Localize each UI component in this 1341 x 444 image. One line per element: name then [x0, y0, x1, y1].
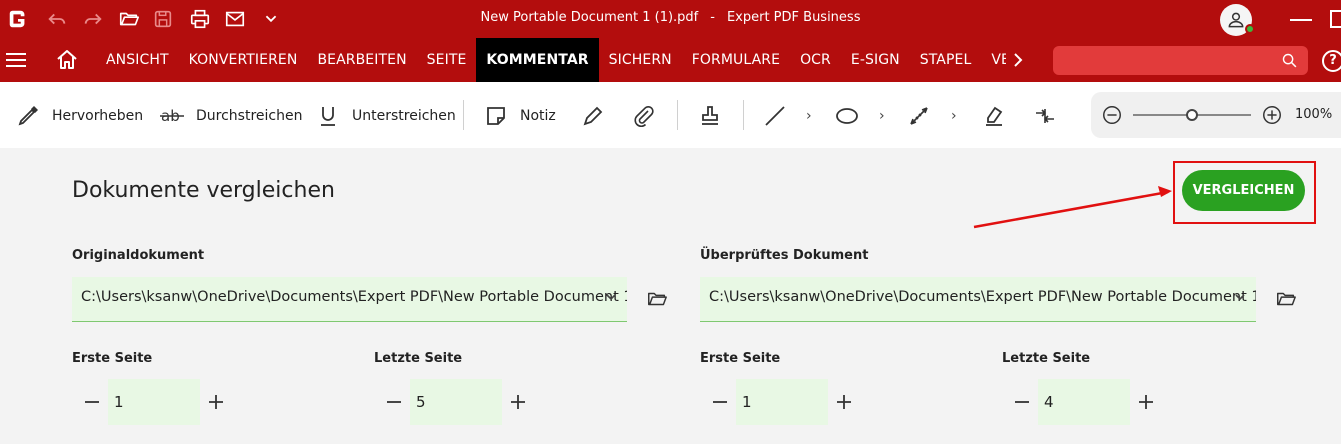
- original-document-select[interactable]: C:\Users\ksanw\OneDrive\Documents\Expert…: [72, 277, 627, 322]
- original-last-page-label: Letzte Seite: [374, 351, 463, 366]
- decrement-icon[interactable]: [385, 393, 403, 411]
- original-last-page-input[interactable]: 5: [410, 379, 502, 425]
- decrement-icon[interactable]: [711, 393, 729, 411]
- reviewed-first-page-label: Erste Seite: [700, 351, 781, 366]
- browse-original-folder-icon[interactable]: [646, 288, 668, 310]
- increment-icon[interactable]: [207, 393, 225, 411]
- increment-icon[interactable]: [835, 393, 853, 411]
- decrement-icon[interactable]: [1013, 393, 1031, 411]
- browse-reviewed-folder-icon[interactable]: [1275, 288, 1297, 310]
- original-first-page-label: Erste Seite: [72, 351, 153, 366]
- chevron-down-icon: [1235, 294, 1245, 301]
- compare-button[interactable]: VERGLEICHEN: [1182, 170, 1305, 211]
- reviewed-last-page-input[interactable]: 4: [1038, 379, 1130, 425]
- reviewed-document-label: Überprüftes Dokument: [700, 248, 869, 263]
- original-document-path: C:\Users\ksanw\OneDrive\Documents\Expert…: [81, 289, 627, 305]
- reviewed-document-select[interactable]: C:\Users\ksanw\OneDrive\Documents\Expert…: [700, 277, 1256, 322]
- reviewed-document-path: C:\Users\ksanw\OneDrive\Documents\Expert…: [709, 289, 1256, 305]
- chevron-down-icon: [606, 294, 616, 301]
- annotation-arrow: [973, 186, 1172, 229]
- original-document-label: Originaldokument: [72, 248, 205, 263]
- increment-icon[interactable]: [1137, 393, 1155, 411]
- original-first-page-input[interactable]: 1: [108, 379, 200, 425]
- decrement-icon[interactable]: [83, 393, 101, 411]
- increment-icon[interactable]: [509, 393, 527, 411]
- reviewed-first-page-input[interactable]: 1: [736, 379, 828, 425]
- reviewed-last-page-label: Letzte Seite: [1002, 351, 1091, 366]
